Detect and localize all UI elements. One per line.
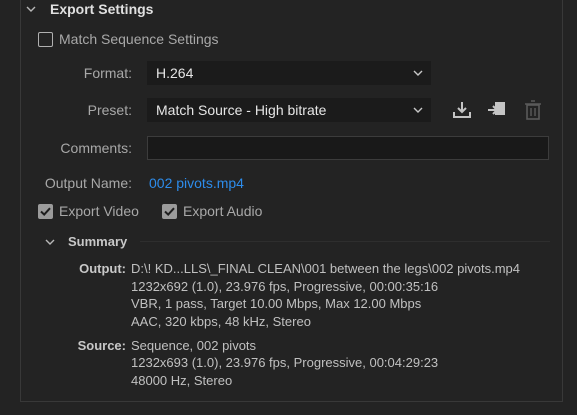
export-settings-title: Export Settings xyxy=(50,1,154,17)
preset-label: Preset: xyxy=(87,102,132,118)
chevron-down-icon xyxy=(45,239,55,245)
summary-source-label: Source: xyxy=(77,338,126,353)
export-audio-label: Export Audio xyxy=(183,203,263,219)
match-sequence-label: Match Sequence Settings xyxy=(59,31,219,47)
checkmark-icon xyxy=(164,207,175,216)
export-audio-row[interactable]: Export Audio xyxy=(162,203,262,219)
summary-header[interactable]: Summary xyxy=(45,234,127,249)
export-video-checkbox[interactable] xyxy=(38,203,53,219)
output-name-label: Output Name: xyxy=(44,175,132,191)
summary-output-line: D:\! KD...LLS\_FINAL CLEAN\001 between t… xyxy=(131,261,521,276)
delete-preset-icon[interactable] xyxy=(522,99,544,121)
preset-value: Match Source - High bitrate xyxy=(156,102,327,118)
format-label: Format: xyxy=(83,65,132,81)
match-sequence-row[interactable]: Match Sequence Settings xyxy=(38,31,219,47)
chevron-down-icon xyxy=(26,6,36,12)
comments-field[interactable] xyxy=(147,136,549,160)
chevron-down-icon xyxy=(413,107,423,113)
save-preset-icon[interactable] xyxy=(451,99,473,121)
import-preset-icon[interactable] xyxy=(486,99,508,121)
checkmark-icon xyxy=(40,207,51,216)
summary-output-label: Output: xyxy=(79,261,126,276)
output-name-link[interactable]: 002 pivots.mp4 xyxy=(149,175,244,191)
format-dropdown[interactable]: H.264 xyxy=(147,61,431,85)
summary-output-line: AAC, 320 kbps, 48 kHz, Stereo xyxy=(131,314,311,329)
summary-source-line: Sequence, 002 pivots xyxy=(131,338,257,353)
format-value: H.264 xyxy=(156,65,194,81)
summary-output-line: VBR, 1 pass, Target 10.00 Mbps, Max 12.0… xyxy=(131,296,422,311)
export-audio-checkbox[interactable] xyxy=(162,203,177,219)
export-settings-header[interactable]: Export Settings xyxy=(26,0,153,18)
summary-output-line: 1232x692 (1.0), 23.976 fps, Progressive,… xyxy=(131,279,439,294)
summary-source-line: 1232x693 (1.0), 23.976 fps, Progressive,… xyxy=(131,355,439,370)
match-sequence-checkbox[interactable] xyxy=(38,31,53,47)
preset-dropdown[interactable]: Match Source - High bitrate xyxy=(147,98,431,122)
comments-label: Comments: xyxy=(60,140,132,156)
chevron-down-icon xyxy=(413,70,423,76)
summary-divider xyxy=(140,241,550,242)
export-video-label: Export Video xyxy=(59,203,139,219)
export-video-row[interactable]: Export Video xyxy=(38,203,139,219)
summary-title: Summary xyxy=(68,234,128,249)
summary-source-line: 48000 Hz, Stereo xyxy=(131,373,233,388)
